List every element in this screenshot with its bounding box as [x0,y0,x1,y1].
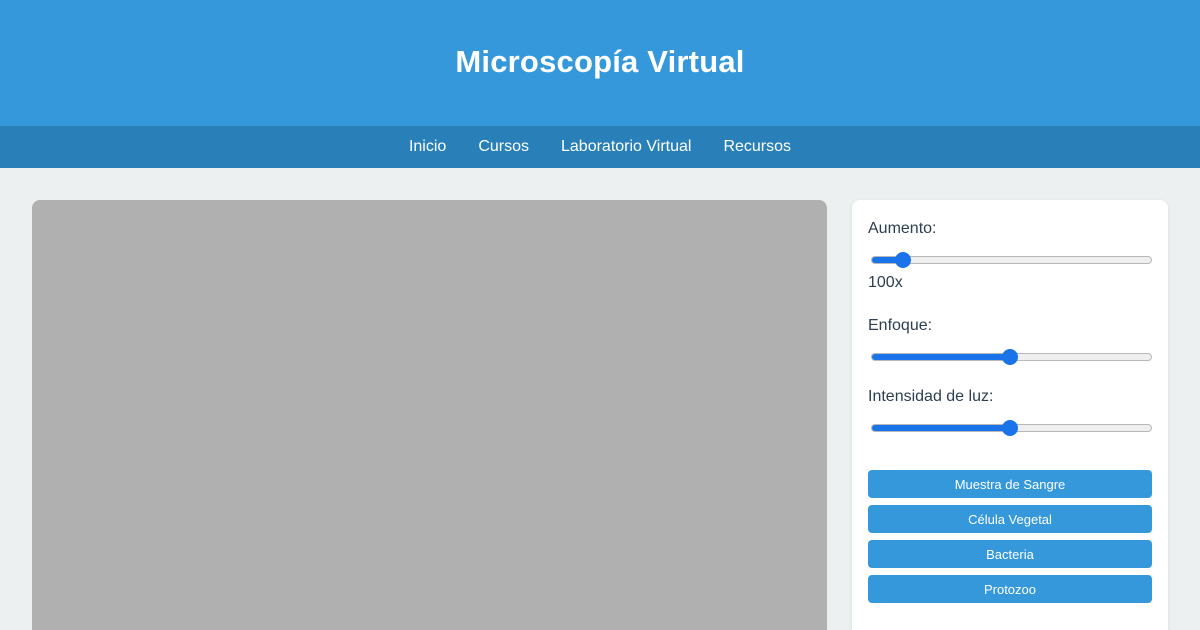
focus-slider[interactable] [868,349,1152,365]
site-header: Microscopía Virtual [0,0,1200,126]
slider-track [871,256,1152,264]
magnification-slider[interactable] [868,252,1152,268]
sample-button-group: Muestra de Sangre Célula Vegetal Bacteri… [868,470,1152,603]
focus-label: Enfoque: [868,317,933,334]
slider-thumb[interactable] [894,252,911,268]
slider-fill [872,354,1011,360]
nav-link-recursos[interactable]: Recursos [723,138,791,156]
sample-button-bacteria[interactable]: Bacteria [868,540,1152,568]
magnification-label: Aumento: [868,220,937,237]
microscope-viewer[interactable] [32,200,827,630]
main-content: Aumento: 100x Enfoque: Intensidad de luz… [0,168,1200,630]
magnification-value: 100x [868,274,903,291]
nav-link-cursos[interactable]: Cursos [478,138,529,156]
page-title: Microscopía Virtual [455,44,745,79]
light-intensity-label: Intensidad de luz: [868,388,994,405]
sample-button-blood[interactable]: Muestra de Sangre [868,470,1152,498]
slider-thumb[interactable] [1002,420,1018,436]
slider-thumb[interactable] [1002,349,1018,365]
light-intensity-slider[interactable] [868,420,1152,436]
nav-link-laboratorio-virtual[interactable]: Laboratorio Virtual [561,138,691,156]
main-nav: Inicio Cursos Laboratorio Virtual Recurs… [0,126,1200,168]
slider-fill [872,425,1011,431]
sample-button-protozoa[interactable]: Protozoo [868,575,1152,603]
sample-button-plant-cell[interactable]: Célula Vegetal [868,505,1152,533]
control-panel: Aumento: 100x Enfoque: Intensidad de luz… [852,200,1168,630]
nav-link-inicio[interactable]: Inicio [409,138,446,156]
